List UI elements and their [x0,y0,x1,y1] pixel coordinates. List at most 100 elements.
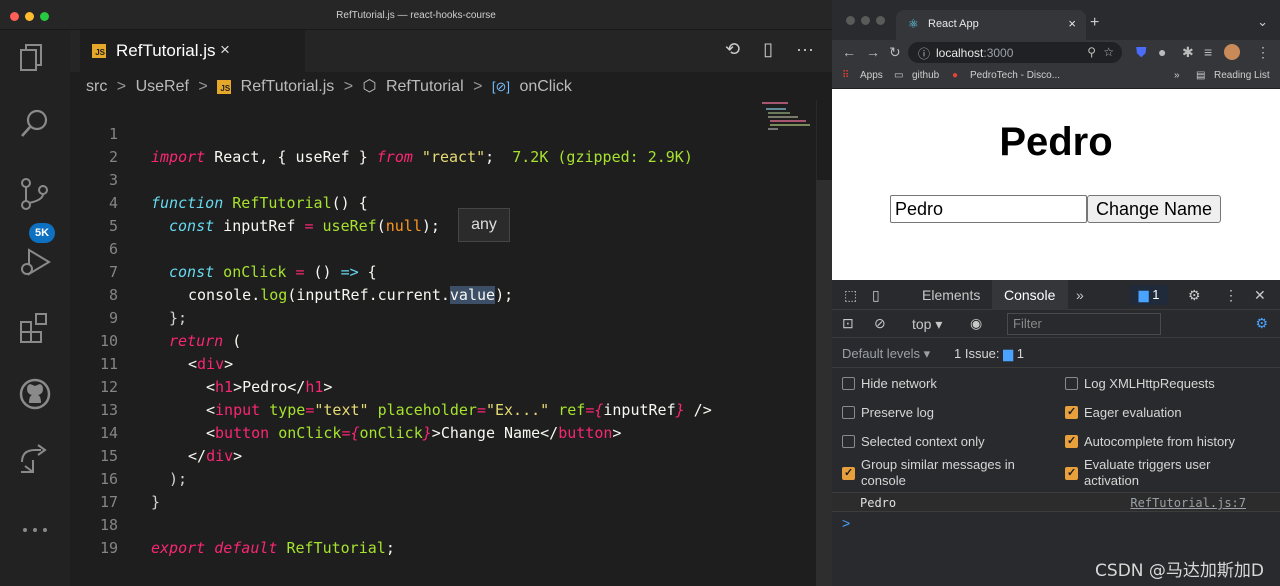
preserve-log-checkbox[interactable] [842,406,855,419]
console-log-row[interactable]: Pedro RefTutorial.js:7 [832,492,1280,512]
code-line[interactable]: 17 [70,468,760,511]
extension-icon[interactable]: ● [1158,44,1166,60]
reading-list-button[interactable]: Reading List [1214,70,1270,81]
code-line[interactable]: 1 import React, { useRef } from "react";… [70,100,760,166]
github-icon[interactable] [17,376,53,412]
inspect-element-icon[interactable]: ⬚ [844,287,857,304]
reload-icon[interactable]: ↻ [889,44,901,61]
code-line[interactable]: 4 const inputRef = useRef(null); [70,169,760,235]
tab-close-icon[interactable]: × [220,40,230,60]
browser-tab-react-app[interactable]: ⚛ React App × [896,10,1086,40]
info-icon[interactable]: ⓘ [918,45,930,62]
more-icon[interactable] [17,512,53,548]
code-line[interactable]: 15 ); [70,422,760,488]
split-editor-icon[interactable]: ▯ [763,39,773,59]
code-line[interactable]: 6 const onClick = () => { [70,215,760,281]
code-line[interactable]: 8 }; [70,261,760,327]
scrollbar-thumb[interactable] [816,180,832,586]
breadcrumb-component[interactable]: RefTutorial [386,78,464,95]
extension-shield-icon[interactable]: ⛊ [1136,44,1147,61]
evaluate-triggers-checkbox[interactable] [1065,466,1078,480]
address-bar[interactable]: ⓘ localhost:3000 ⚲ ☆ [908,42,1122,63]
bookmark-star-icon[interactable]: ☆ [1103,45,1114,59]
log-source-link[interactable]: RefTutorial.js:7 [1130,496,1246,510]
live-expression-eye-icon[interactable]: ◉ [970,315,982,332]
browser-tab-close-icon[interactable]: × [1068,16,1076,31]
console-settings-icon[interactable]: ⚙ [1255,315,1268,332]
code-line[interactable]: 12 <input type="text" placeholder="Ex...… [70,353,760,419]
browser-menu-icon[interactable]: ⋮ [1256,44,1270,61]
more-tabs-button[interactable]: » [1076,287,1084,303]
console-filter-input[interactable]: Filter [1007,313,1161,335]
bookmark-apps[interactable]: Apps [860,70,883,81]
new-tab-button[interactable]: + [1090,14,1099,32]
code-line[interactable]: 19 [70,514,760,557]
code-line[interactable]: 14 </div> [70,399,760,465]
log-xhr-checkbox[interactable] [1065,377,1078,390]
console-prompt[interactable]: > [842,515,850,531]
tab-console[interactable]: Console [1004,287,1055,303]
bookmark-pedrotech[interactable]: PedroTech - Disco... [970,70,1060,81]
code-line[interactable]: 13 <button onClick={onClick}>Change Name… [70,376,760,442]
extensions-icon[interactable] [17,310,53,346]
code-line[interactable]: 2 [70,123,760,166]
devtools-menu-icon[interactable]: ⋮ [1224,287,1238,304]
default-levels-dropdown[interactable]: Default levels ▾ [842,346,930,362]
source-control-icon[interactable] [17,176,53,212]
code-line[interactable]: 18 export default RefTutorial; [70,491,760,557]
code-line[interactable]: 7 console.log(inputRef.current.value); [70,238,760,304]
tab-reftutorial[interactable]: JS RefTutorial.js × [80,30,305,72]
console-toolbar: ⊡ ⊘ top ▾ ◉ Filter ⚙ [832,310,1280,338]
code-line[interactable]: 9 return ( [70,284,760,350]
group-similar-checkbox[interactable] [842,466,855,480]
selected-context-checkbox[interactable] [842,435,855,448]
devtools-settings-icon[interactable]: ⚙ [1188,287,1201,304]
url-text: localhost:3000 [936,46,1014,60]
bookmark-github[interactable]: github [912,70,939,81]
breadcrumb-separator: > [473,78,483,95]
live-share-icon[interactable] [17,442,53,478]
breadcrumb-file[interactable]: RefTutorial.js [241,78,335,95]
messages-badge[interactable]: ▆ 1 [1130,285,1168,305]
profile-avatar[interactable] [1224,44,1240,60]
back-icon[interactable]: ← [842,44,856,60]
window-title: RefTutorial.js — react-hooks-course [336,10,496,21]
breadcrumb-src[interactable]: src [86,78,107,95]
breadcrumb-useref[interactable]: UseRef [136,78,189,95]
issues-button[interactable]: 1 Issue: ▆ 1 [954,346,1024,362]
device-toolbar-icon[interactable]: ▯ [872,287,880,304]
more-actions-icon[interactable]: ··· [796,39,814,59]
code-line[interactable]: 5 [70,192,760,235]
context-selector[interactable]: top ▾ [912,316,942,333]
bookmarks-more[interactable]: » [1174,70,1180,81]
code-line[interactable]: 11 <h1>Pedro</h1> [70,330,760,396]
run-debug-icon[interactable] [17,244,53,280]
search-icon[interactable] [17,106,53,142]
extensions-puzzle-icon[interactable]: ✱ [1182,44,1194,61]
breadcrumb-symbol[interactable]: onClick [519,78,571,95]
open-changes-icon[interactable]: ⟲ [725,39,740,59]
minimize-window-button[interactable] [861,16,870,25]
name-input[interactable]: Pedro [890,195,1087,223]
source-control-badge: 5K [29,223,55,243]
clear-console-icon[interactable]: ⊘ [874,315,886,332]
tab-elements[interactable]: Elements [922,287,980,303]
code-line[interactable]: 16 } [70,445,760,511]
code-line[interactable]: 3 function RefTutorial() { [70,146,760,212]
forward-icon[interactable]: → [866,44,880,60]
maximize-window-button[interactable] [876,16,885,25]
change-name-button[interactable]: Change Name [1087,195,1221,223]
minimap[interactable] [760,100,816,160]
sidebar-toggle-icon[interactable]: ⊡ [842,315,854,332]
reading-list-icon[interactable]: ≡ [1204,44,1212,60]
eager-evaluation-checkbox[interactable] [1065,405,1078,419]
tab-search-icon[interactable]: ⌄ [1257,14,1268,30]
close-window-button[interactable] [846,16,855,25]
zoom-icon[interactable]: ⚲ [1087,45,1096,59]
code-line[interactable]: 10 <div> [70,307,760,373]
hide-network-checkbox[interactable] [842,377,855,390]
code-editor[interactable]: 1 import React, { useRef } from "react";… [70,100,760,586]
explorer-icon[interactable] [17,39,53,75]
devtools-close-icon[interactable]: ✕ [1254,287,1266,304]
autocomplete-checkbox[interactable] [1065,434,1078,448]
